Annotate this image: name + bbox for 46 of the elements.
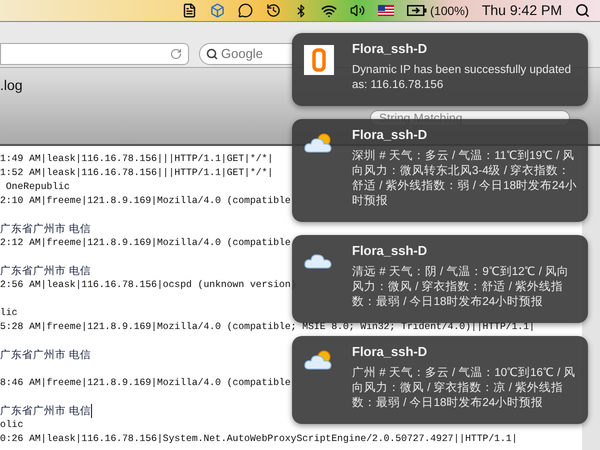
log-line: 1:49 AM|leask|116.16.78.156|||HTTP/1.1|GET|*/*|	[0, 152, 274, 166]
notification-title: Flora_ssh-D	[352, 243, 428, 259]
sun-cloud-icon	[304, 131, 334, 155]
address-field[interactable]	[0, 43, 189, 65]
notification-title: Flora_ssh-D	[352, 344, 428, 360]
search-icon	[206, 48, 218, 60]
search-field[interactable]: Google	[199, 43, 294, 65]
battery-percentage: (100%)	[430, 2, 469, 20]
wifi-icon[interactable]	[321, 2, 338, 18]
log-location-line: 广东省广州市 电信	[0, 404, 92, 418]
sun-cloud-icon	[304, 348, 334, 372]
log-line: OneRepublic	[4, 180, 71, 194]
flag-icon[interactable]	[378, 5, 394, 16]
log-location-line: 广东省广州市 电信	[0, 348, 92, 362]
battery-icon[interactable]	[407, 5, 428, 16]
reload-icon[interactable]	[170, 48, 182, 60]
notification-message: Dynamic IP has been successfully updated as: 116.16.78.156	[352, 63, 572, 93]
search-input[interactable]: Google	[221, 44, 291, 64]
log-line: 1:52 AM|leask|116.16.78.156|||HTTP/1.1|GET|*/*|	[0, 166, 274, 180]
notification-message: 深圳 # 天气：多云 / 气温：11℃到19℃ / 风向风力：微风转东北风3-4级 / 穿衣指数：舒适 / 紫外线指数：弱 / 今日18时发布24小时预报	[352, 149, 578, 209]
notification-message: 清远 # 天气：阴 / 气温：9℃到12℃ / 风向风力：微风 / 穿衣指数：舒适 / 紫外线指数：最弱 / 今日18时发布24小时预报	[352, 265, 570, 310]
menu-clock[interactable]: Thu 9:42 PM	[482, 0, 562, 21]
file-title: .log	[0, 76, 23, 95]
notification-card[interactable]: Flora_ssh-D 清远 # 天气：阴 / 气温：9℃到12℃ / 风向风力：微风 / 穿衣指数：舒适 / 紫外线指数：最弱 / 今日18时发布24小时预报	[292, 235, 588, 323]
speech-bubble-icon[interactable]	[238, 3, 254, 18]
notification-title: Flora_ssh-D	[352, 127, 428, 143]
logo-icon	[304, 45, 334, 75]
log-line: 2:10 AM|freeme|121.8.9.169|Mozilla/4.0 (compatible	[0, 194, 292, 208]
box-icon[interactable]	[210, 3, 226, 18]
notification-title: Flora_ssh-D	[352, 41, 428, 57]
log-line: 5:28 AM|freeme|121.8.9.169|Mozilla/4.0 (compatible; MSIE 8.0; Win32; Trident/4.0)||HTTP/1.1|	[0, 320, 536, 334]
log-location-line: 广东省广州市 电信	[0, 222, 92, 236]
log-line: 8:46 AM|freeme|121.8.9.169|Mozilla/4.0 (compatible	[0, 376, 292, 390]
log-line: 2:12 AM|freeme|121.8.9.169|Mozilla/4.0 (compatible	[0, 236, 292, 250]
log-line: lic	[0, 306, 18, 320]
notification-card[interactable]: Flora_ssh-D 广州 # 天气：多云 / 气温：10℃到16℃ / 风向风力：微风 / 穿衣指数：凉 / 紫外线指数：最弱 / 今日18时发布24小时预报	[292, 336, 588, 424]
search-icon[interactable]	[575, 3, 590, 18]
log-line: 0:26 AM|leask|116.16.78.156|System.Net.AutoWebProxyScriptEngine/2.0.50727.4927||HTTP/1.1|	[0, 432, 518, 446]
log-location-line: 广东省广州市 电信	[0, 264, 92, 278]
clock-history-icon[interactable]	[266, 3, 282, 18]
notification-message: 广州 # 天气：多云 / 气温：10℃到16℃ / 风向风力：微风 / 穿衣指数：凉 / 紫外线指数：最弱 / 今日18时发布24小时预报	[352, 366, 577, 411]
document-icon[interactable]	[182, 3, 198, 18]
notification-card[interactable]: Flora_ssh-D 深圳 # 天气：多云 / 气温：11℃到19℃ / 风向风力：微风转东北风3-4级 / 穿衣指数：舒适 / 紫外线指数：弱 / 今日18时发布24小时预报	[292, 119, 588, 222]
volume-icon[interactable]	[350, 3, 366, 18]
notification-card[interactable]: Flora_ssh-D Dynamic IP has been successfully updated as: 116.16.78.156	[292, 33, 588, 106]
log-line: olic	[0, 418, 24, 432]
